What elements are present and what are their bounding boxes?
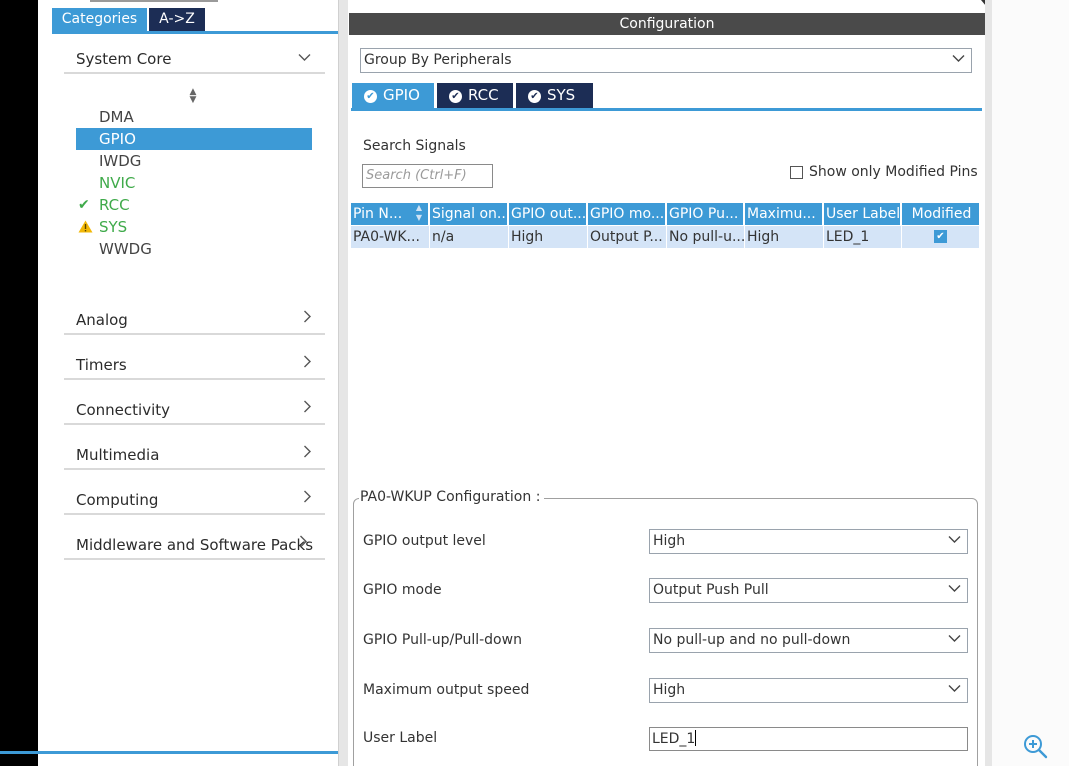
- zoom-in-icon[interactable]: [1022, 733, 1048, 759]
- search-input[interactable]: Search (Ctrl+F): [362, 164, 493, 188]
- chevron-right-icon: [303, 354, 311, 372]
- column-header-max-speed[interactable]: Maximu...: [745, 203, 824, 225]
- show-modified-checkbox[interactable]: [790, 166, 803, 179]
- tabs-underline: [351, 108, 982, 111]
- cell-user-label: LED_1: [824, 226, 902, 248]
- gpio-pull-select[interactable]: No pull-up and no pull-down: [649, 628, 968, 653]
- column-header-user-label[interactable]: User Label: [824, 203, 902, 225]
- search-signals-label: Search Signals: [363, 138, 466, 154]
- left-border-strip: [0, 0, 38, 766]
- check-icon: ✔: [78, 197, 90, 213]
- show-modified-label: Show only Modified Pins: [809, 164, 978, 180]
- group-by-select[interactable]: Group By Peripherals: [360, 48, 972, 73]
- chevron-right-icon: [303, 444, 311, 462]
- gpio-mode-select[interactable]: Output Push Pull: [649, 578, 968, 603]
- column-header-signal[interactable]: Signal on...: [430, 203, 509, 225]
- chevron-right-icon: [303, 489, 311, 507]
- tab-sys[interactable]: ✔ SYS: [516, 83, 593, 108]
- chevron-down-icon: [298, 48, 311, 66]
- field-label-gpio-mode: GPIO mode: [363, 582, 442, 598]
- tab-categories[interactable]: Categories: [52, 8, 147, 31]
- check-circle-icon: ✔: [449, 90, 462, 103]
- section-multimedia[interactable]: Multimedia: [64, 425, 325, 470]
- cell-output: High: [509, 226, 588, 248]
- text-caret: [695, 730, 697, 746]
- field-label-output-level: GPIO output level: [363, 533, 486, 549]
- cell-pull: No pull-u...: [667, 226, 745, 248]
- chevron-down-icon: [948, 629, 961, 651]
- tab-gpio[interactable]: ✔ GPIO: [352, 83, 434, 108]
- cell-signal: n/a: [430, 226, 509, 248]
- column-header-pin[interactable]: Pin N... ▲ ▼: [351, 203, 430, 225]
- section-label: System Core: [76, 50, 172, 68]
- list-item-dma[interactable]: DMA: [76, 106, 312, 128]
- section-middleware[interactable]: Middleware and Software Packs: [64, 515, 325, 560]
- warning-icon: [78, 216, 93, 240]
- section-computing[interactable]: Computing: [64, 470, 325, 515]
- list-item-sys[interactable]: SYS: [76, 216, 312, 238]
- sort-icon: ▲ ▼: [415, 203, 422, 222]
- pin-table-header: Pin N... ▲ ▼ Signal on... GPIO out... GPI…: [351, 203, 979, 225]
- column-header-gpio-output[interactable]: GPIO out...: [509, 203, 588, 225]
- pin-configuration-title: PA0-WKUP Configuration :: [359, 489, 545, 505]
- scroll-sliver: [90, 0, 218, 2]
- list-item-iwdg[interactable]: IWDG: [76, 150, 312, 172]
- table-row[interactable]: PA0-WK... n/a High Output P... No pull-u…: [351, 226, 979, 248]
- list-item-rcc[interactable]: ✔ RCC: [76, 194, 312, 216]
- field-label-pull: GPIO Pull-up/Pull-down: [363, 632, 522, 648]
- list-item-wwdg[interactable]: WWDG: [76, 238, 312, 260]
- tab-a-z[interactable]: A->Z: [149, 8, 205, 31]
- modified-checkbox[interactable]: ✔: [934, 230, 947, 243]
- section-timers[interactable]: Timers: [64, 335, 325, 380]
- max-output-speed-select[interactable]: High: [649, 678, 968, 703]
- section-analog[interactable]: Analog: [64, 290, 325, 335]
- cell-speed: High: [745, 226, 824, 248]
- field-label-user-label: User Label: [363, 730, 438, 746]
- chevron-right-icon: [299, 534, 307, 552]
- user-label-input[interactable]: LED_1: [649, 727, 968, 751]
- section-system-core[interactable]: System Core: [64, 29, 325, 74]
- chevron-down-icon: [952, 49, 965, 71]
- bottom-accent-line: [0, 751, 338, 754]
- column-header-gpio-pull[interactable]: GPIO Pu...: [667, 203, 745, 225]
- field-label-max-speed: Maximum output speed: [363, 682, 530, 698]
- right-scrollbar[interactable]: [985, 0, 992, 766]
- list-item-gpio[interactable]: GPIO: [76, 128, 312, 150]
- cell-modified: ✔: [902, 226, 979, 248]
- list-item-nvic[interactable]: NVIC: [76, 172, 312, 194]
- chevron-down-icon: [948, 530, 961, 552]
- panel-splitter[interactable]: [338, 0, 348, 766]
- sort-arrows-icon[interactable]: ▲ ▼: [187, 88, 199, 105]
- check-circle-icon: ✔: [528, 90, 541, 103]
- chevron-down-icon: [948, 579, 961, 601]
- chevron-right-icon: [303, 309, 311, 327]
- column-header-gpio-mode[interactable]: GPIO mo...: [588, 203, 667, 225]
- check-circle-icon: ✔: [364, 90, 377, 103]
- chevron-down-icon: [948, 679, 961, 701]
- gpio-output-level-select[interactable]: High: [649, 529, 968, 554]
- right-margin: [992, 0, 1069, 766]
- tab-rcc[interactable]: ✔ RCC: [437, 83, 513, 108]
- section-connectivity[interactable]: Connectivity: [64, 380, 325, 425]
- cell-mode: Output P...: [588, 226, 667, 248]
- column-header-modified[interactable]: Modified: [902, 203, 979, 225]
- chevron-right-icon: [303, 399, 311, 417]
- cell-pin: PA0-WK...: [351, 226, 430, 248]
- configuration-header: Configuration: [349, 13, 985, 35]
